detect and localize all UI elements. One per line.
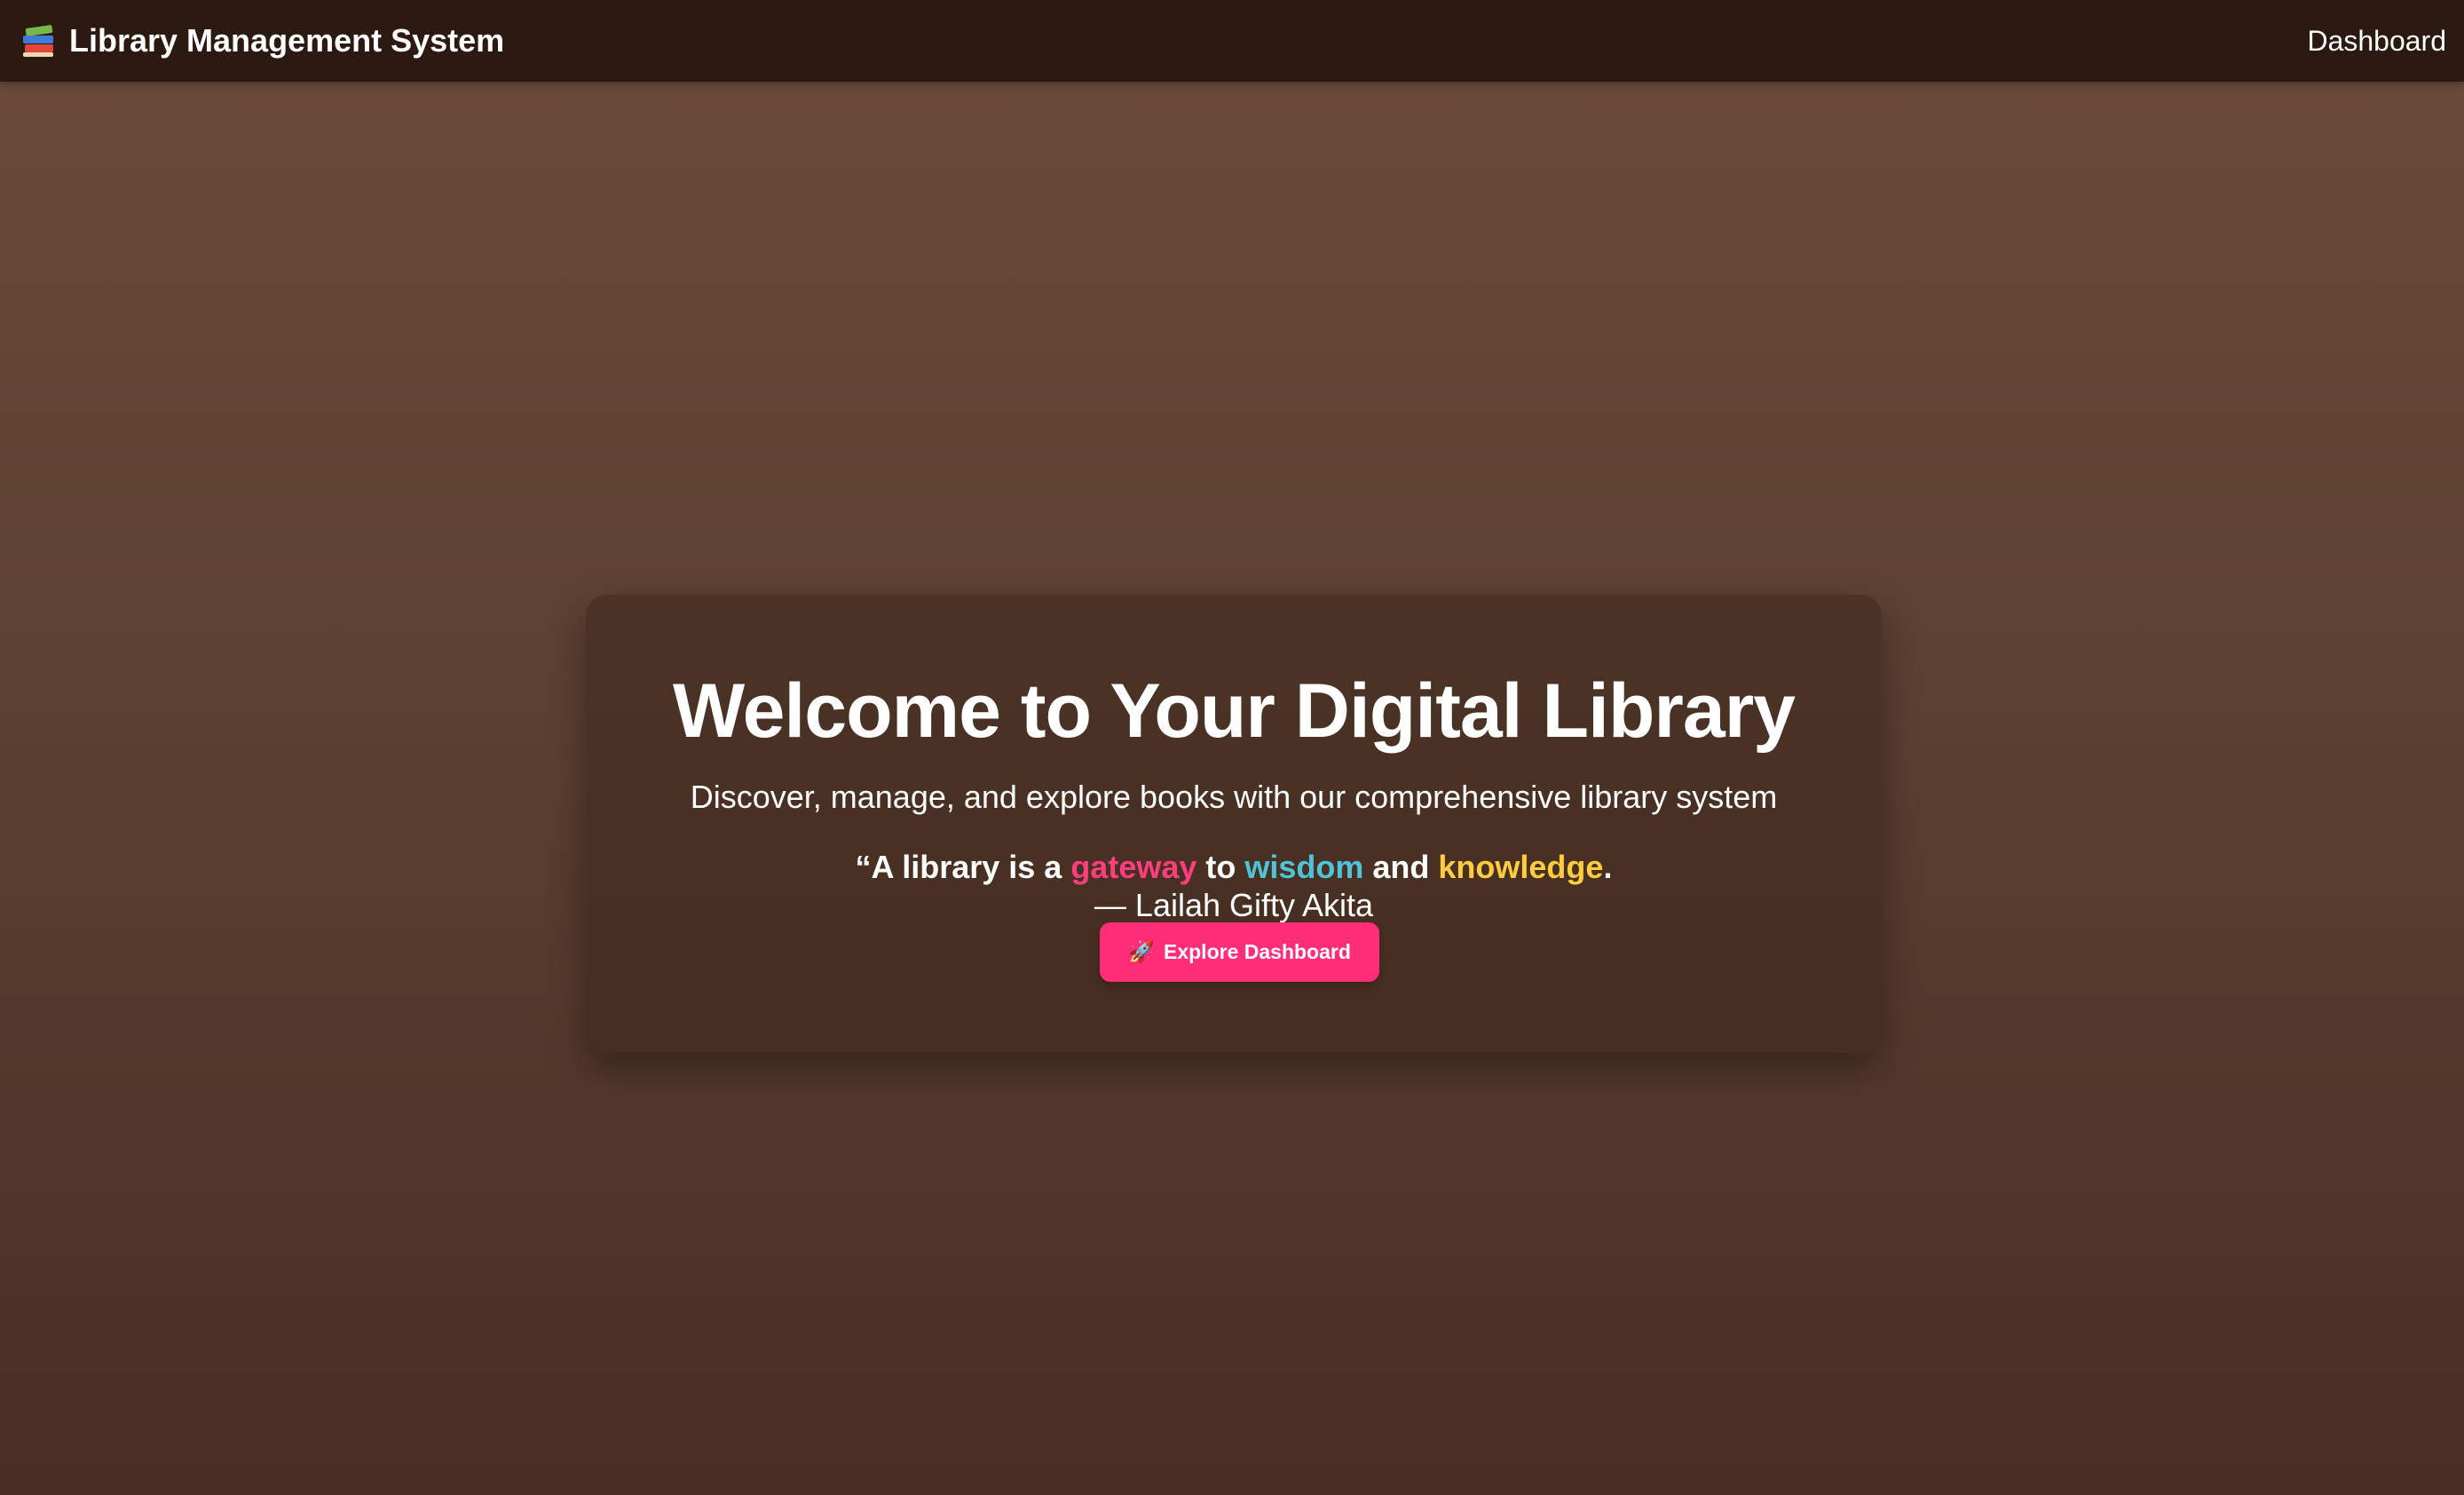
- quote-highlight-knowledge: knowledge: [1438, 849, 1604, 885]
- books-icon: [21, 23, 57, 59]
- top-navbar: Library Management System Dashboard: [0, 0, 2464, 82]
- quote-highlight-wisdom: wisdom: [1244, 849, 1364, 885]
- quote-part: to: [1196, 849, 1245, 885]
- quote-part: .: [1603, 849, 1613, 885]
- hero-subtitle: Discover, manage, and explore books with…: [690, 779, 1778, 815]
- quote-author: — Lailah Gifty Akita: [1094, 887, 1374, 923]
- brand-link[interactable]: Library Management System: [21, 0, 504, 82]
- quote-part: and: [1363, 849, 1439, 885]
- hero-title: Welcome to Your Digital Library: [672, 668, 1796, 754]
- nav-link-dashboard[interactable]: Dashboard: [2307, 0, 2446, 82]
- quote-part: “A library is a: [855, 849, 1071, 885]
- explore-dashboard-button[interactable]: 🚀 Explore Dashboard: [1100, 922, 1379, 982]
- quote-text: “A library is a gateway to wisdom and kn…: [586, 848, 1882, 886]
- explore-dashboard-label: Explore Dashboard: [1164, 940, 1351, 963]
- hero-card: Welcome to Your Digital Library Discover…: [586, 595, 1882, 1053]
- rocket-icon: 🚀: [1128, 940, 1155, 964]
- brand-title: Library Management System: [69, 22, 505, 59]
- quote-highlight-gateway: gateway: [1070, 849, 1197, 885]
